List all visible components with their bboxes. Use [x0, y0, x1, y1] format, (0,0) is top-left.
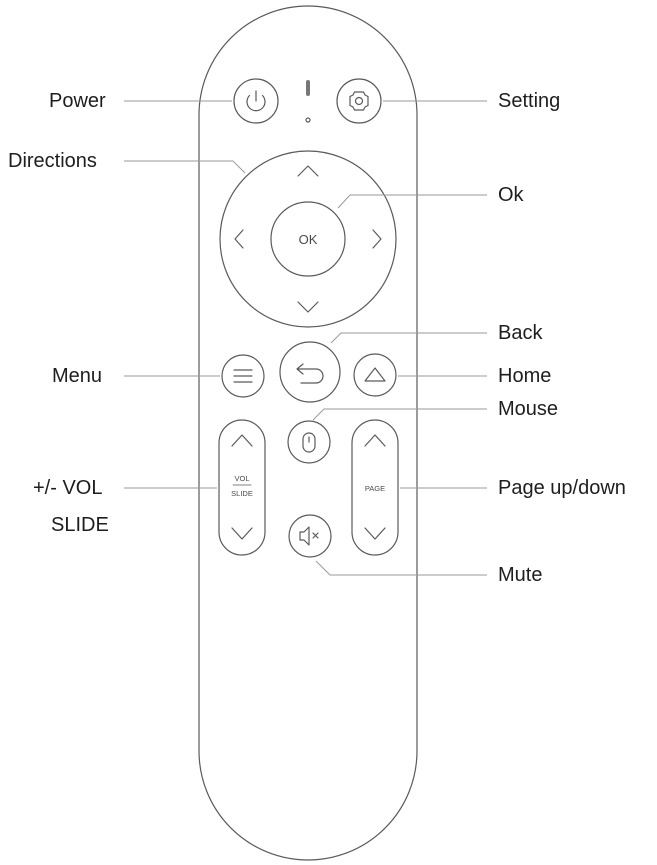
mouse-button[interactable] — [287, 420, 331, 464]
gear-icon — [349, 91, 369, 111]
chevron-up-icon[interactable] — [297, 165, 319, 177]
directions-label: Directions — [8, 150, 97, 172]
chevron-right-icon[interactable] — [372, 229, 382, 249]
page-label: Page up/down — [498, 477, 626, 499]
chevron-left-icon[interactable] — [234, 229, 244, 249]
mic-hole — [305, 117, 311, 123]
back-arrow-icon — [296, 363, 324, 384]
chevron-up-icon[interactable] — [231, 434, 253, 447]
directions-leader — [124, 160, 246, 174]
setting-label: Setting — [498, 90, 561, 112]
menu-icon — [233, 369, 253, 383]
mute-icon — [299, 526, 319, 546]
back-button[interactable] — [279, 341, 341, 403]
power-icon — [246, 90, 266, 112]
mute-leader — [315, 560, 487, 576]
mute-button[interactable] — [288, 514, 332, 558]
ok-key-text: OK — [299, 232, 318, 247]
setting-button[interactable] — [336, 78, 382, 124]
chevron-down-icon[interactable] — [297, 301, 319, 313]
home-button[interactable] — [353, 353, 397, 397]
ok-leader — [337, 194, 487, 209]
home-icon — [364, 367, 386, 382]
mouse-icon — [302, 432, 316, 453]
remote-diagram: OK VOL SLIDE PAGE — [124, 5, 487, 861]
back-leader — [330, 332, 487, 344]
home-label: Home — [498, 365, 552, 387]
mouse-leader — [312, 408, 487, 421]
power-label: Power — [49, 90, 106, 112]
menu-button[interactable] — [221, 354, 265, 398]
mouse-label: Mouse — [498, 398, 559, 420]
menu-label: Menu — [52, 365, 103, 387]
volume-rocker[interactable] — [218, 419, 266, 556]
chevron-up-icon[interactable] — [364, 434, 386, 447]
status-led — [306, 80, 310, 96]
vol-label: +/- VOL — [33, 477, 103, 499]
vol-key-text: VOL — [234, 474, 249, 483]
page-key-text: PAGE — [365, 484, 385, 493]
chevron-down-icon[interactable] — [364, 527, 386, 540]
mute-label: Mute — [498, 564, 543, 586]
slide-key-text: SLIDE — [231, 489, 253, 498]
slide-label: SLIDE — [51, 514, 109, 536]
back-label: Back — [498, 322, 543, 344]
chevron-down-icon[interactable] — [231, 527, 253, 540]
power-button[interactable] — [233, 78, 279, 124]
ok-label: Ok — [498, 184, 524, 206]
